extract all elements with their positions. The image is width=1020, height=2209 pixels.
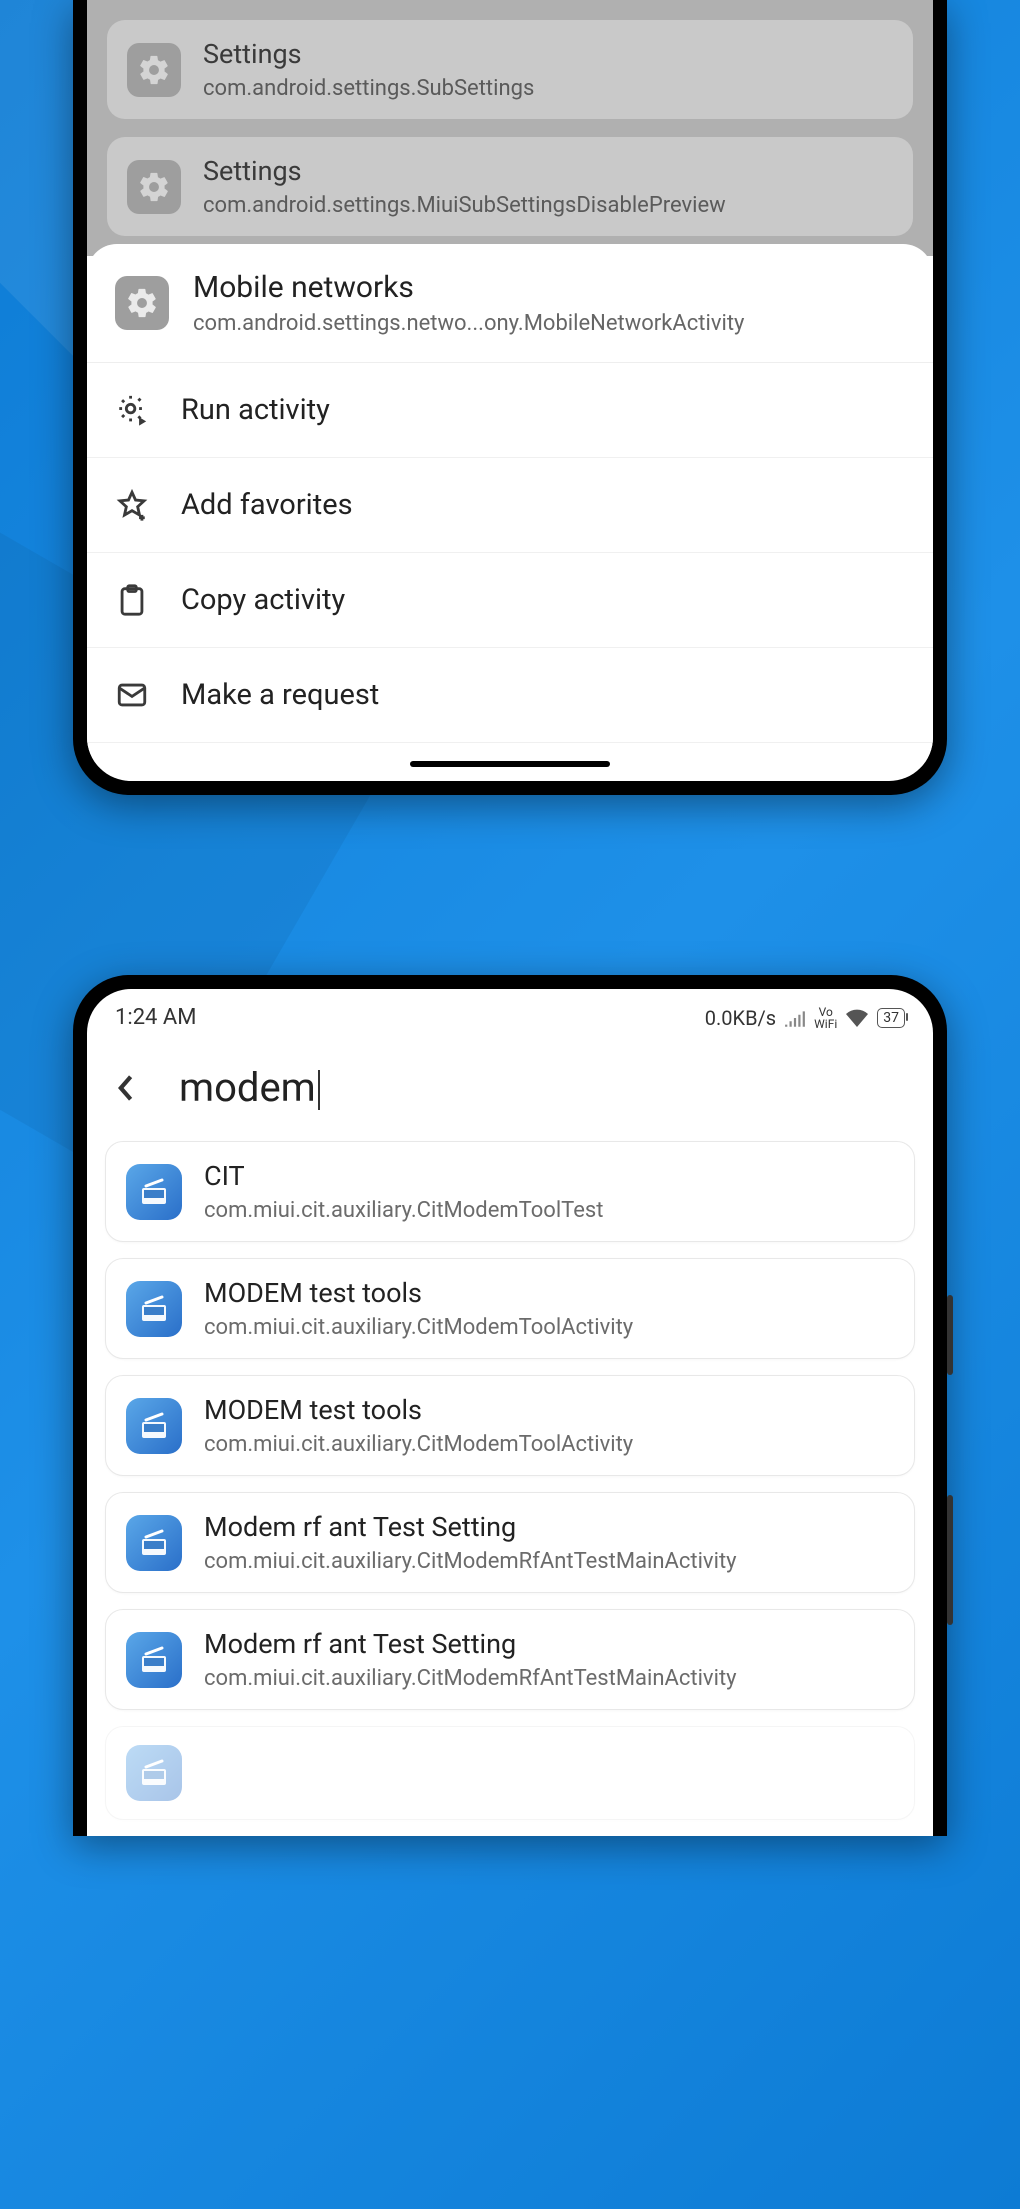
list-item[interactable]: CIT com.miui.cit.auxiliary.CitModemToolT…	[105, 1141, 915, 1242]
list-item-title: Settings	[203, 155, 726, 187]
menu-item-label: Copy activity	[181, 583, 345, 617]
list-item-sub: com.miui.cit.auxiliary.CitModemRfAntTest…	[204, 1666, 737, 1691]
status-time: 1:24 AM	[115, 1005, 196, 1030]
signal-icon	[784, 1009, 806, 1027]
cit-app-icon	[126, 1515, 182, 1571]
context-menu-sheet: Mobile networks com.android.settings.net…	[87, 244, 933, 767]
background-activity-list: Settings com.android.settings.SubSetting…	[87, 0, 933, 256]
list-item-title: MODEM test tools	[204, 1277, 633, 1309]
list-item-title	[204, 1757, 211, 1789]
home-indicator[interactable]	[410, 761, 610, 767]
list-item-sub: com.miui.cit.auxiliary.CitModemToolActiv…	[204, 1315, 633, 1340]
mail-icon	[115, 678, 149, 712]
menu-item-label: Add favorites	[181, 488, 353, 522]
gear-play-icon	[115, 393, 149, 427]
vowifi-indicator: VoWiFi	[814, 1006, 837, 1030]
list-item-sub: com.miui.cit.auxiliary.CitModemRfAntTest…	[204, 1549, 737, 1574]
clipboard-icon	[115, 583, 149, 617]
list-item-title: Modem rf ant Test Setting	[204, 1511, 737, 1543]
list-item[interactable]: MODEM test tools com.miui.cit.auxiliary.…	[105, 1375, 915, 1476]
back-button[interactable]	[115, 1074, 143, 1102]
search-results-list: CIT com.miui.cit.auxiliary.CitModemToolT…	[87, 1141, 933, 1820]
gear-icon	[127, 43, 181, 97]
copy-activity-button[interactable]: Copy activity	[87, 553, 933, 648]
wifi-icon	[845, 1009, 869, 1027]
star-plus-icon	[115, 488, 149, 522]
list-item: Settings com.android.settings.MiuiSubSet…	[107, 137, 913, 236]
cit-app-icon	[126, 1164, 182, 1220]
cit-app-icon	[126, 1745, 182, 1801]
list-item-sub: com.android.settings.MiuiSubSettingsDisa…	[203, 193, 726, 218]
list-item-sub: com.miui.cit.auxiliary.CitModemToolTest	[204, 1198, 603, 1223]
list-item-title: Modem rf ant Test Setting	[204, 1628, 737, 1660]
make-request-button[interactable]: Make a request	[87, 648, 933, 743]
list-item[interactable]: MODEM test tools com.miui.cit.auxiliary.…	[105, 1258, 915, 1359]
network-speed: 0.0KB/s	[705, 1006, 776, 1030]
cit-app-icon	[126, 1632, 182, 1688]
cit-app-icon	[126, 1398, 182, 1454]
menu-item-label: Make a request	[181, 678, 379, 712]
battery-indicator: 37	[877, 1008, 905, 1028]
status-bar: 1:24 AM 0.0KB/s VoWiFi 37	[87, 989, 933, 1040]
search-input[interactable]: modem	[179, 1064, 320, 1111]
list-item[interactable]: Modem rf ant Test Setting com.miui.cit.a…	[105, 1609, 915, 1710]
gear-icon	[115, 276, 169, 330]
sheet-subtitle: com.android.settings.netwo...ony.MobileN…	[193, 311, 744, 336]
run-activity-button[interactable]: Run activity	[87, 363, 933, 458]
sheet-title: Mobile networks	[193, 270, 744, 305]
gear-icon	[127, 160, 181, 214]
cit-app-icon	[126, 1281, 182, 1337]
list-item-sub: com.android.settings.SubSettings	[203, 76, 534, 101]
add-favorites-button[interactable]: Add favorites	[87, 458, 933, 553]
sheet-header: Mobile networks com.android.settings.net…	[87, 244, 933, 363]
list-item[interactable]	[105, 1726, 915, 1820]
list-item-title: Settings	[203, 38, 534, 70]
list-item[interactable]: Modem rf ant Test Setting com.miui.cit.a…	[105, 1492, 915, 1593]
list-item-title: CIT	[204, 1160, 603, 1192]
list-item-sub: com.miui.cit.auxiliary.CitModemToolActiv…	[204, 1432, 633, 1457]
menu-item-label: Run activity	[181, 393, 330, 427]
list-item: Settings com.android.settings.SubSetting…	[107, 20, 913, 119]
list-item-title: MODEM test tools	[204, 1394, 633, 1426]
